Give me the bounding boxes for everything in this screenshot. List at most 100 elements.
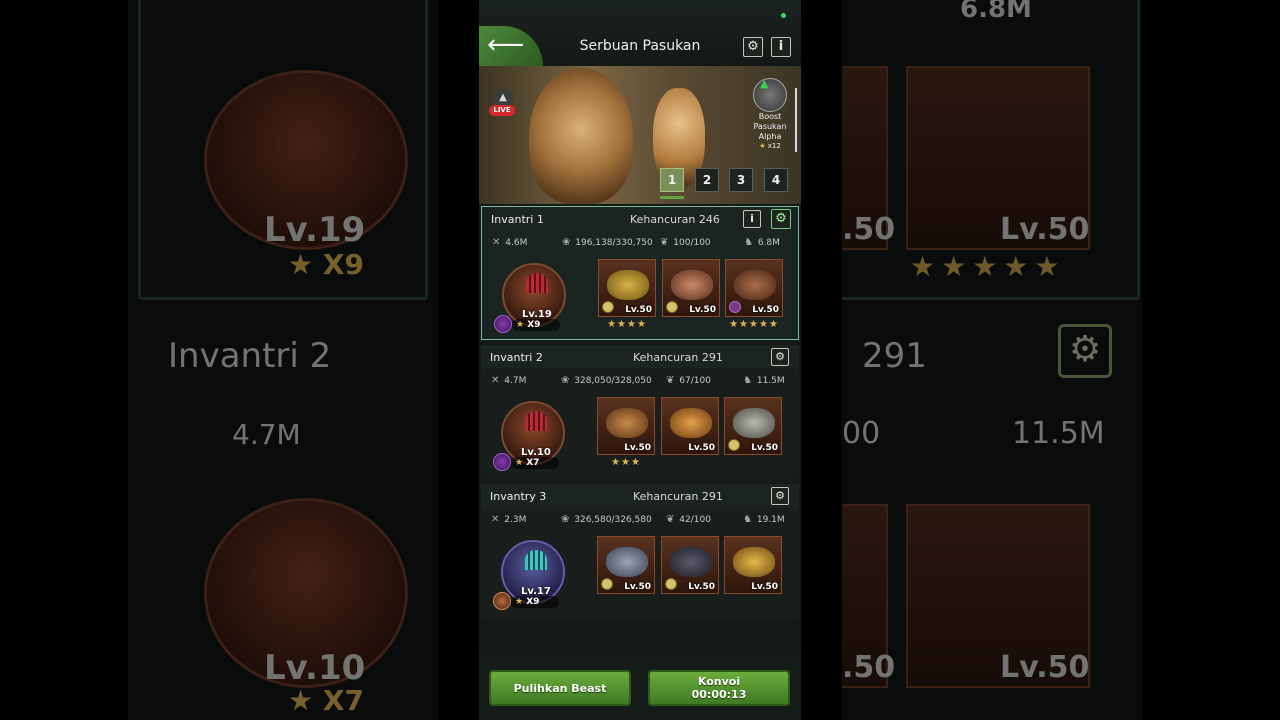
wolf-icon: ♞	[744, 237, 753, 248]
back-arrow-icon[interactable]: ⟵	[487, 32, 524, 60]
hero-portrait[interactable]: Lv.19	[502, 263, 566, 327]
leaf-icon: ❦	[660, 237, 669, 248]
swords-icon: ✕	[491, 514, 500, 525]
attack-stat: ✕ 4.7M	[491, 375, 526, 386]
live-indicator[interactable]: ▲ LIVE	[489, 88, 517, 118]
platypus-image	[671, 270, 713, 300]
beast-stars: ★★★★	[607, 319, 647, 330]
page-tab-4[interactable]: 4	[764, 168, 788, 192]
power-value: 19.1M	[756, 515, 785, 525]
squad-gear-icon[interactable]: ⚙	[771, 209, 791, 229]
squad-stats: ✕ 4.6M ❀ 196,138/330,750 ❦ 100/100 ♞ 6.8…	[482, 237, 798, 253]
hp-stat: ❀ 328,050/328,050	[561, 375, 652, 386]
paw-icon: ❀	[561, 514, 570, 525]
hp-value: 326,580/326,580	[574, 515, 652, 525]
status-dot	[781, 13, 786, 18]
hero-portrait[interactable]: Lv.17	[501, 540, 565, 604]
hero-multiplier: ★ X9	[512, 319, 560, 331]
leopard-image	[733, 547, 775, 577]
squad-gear-icon[interactable]: ⚙	[771, 487, 789, 505]
squad-info-button[interactable]: i	[743, 210, 761, 228]
event-banner: ▲ LIVE ▲ Boost Pasukan Alpha ★ x12 1 2 3…	[479, 66, 801, 204]
page-tab-3[interactable]: 3	[729, 168, 753, 192]
beast-level: Lv.50	[751, 582, 778, 592]
hero-skill-badge	[493, 453, 511, 471]
morale-stat: ❦ 67/100	[666, 375, 711, 386]
beast-emblem-icon	[602, 301, 614, 313]
backdrop-left-squad-name: Invantri 2	[168, 336, 332, 376]
backdrop-right-level-1: Lv.50	[1000, 212, 1090, 247]
star-icon: ★	[515, 597, 524, 607]
star-icon: ★	[759, 142, 766, 150]
morale-stat: ❦ 100/100	[660, 237, 711, 248]
convoy-label: Konvoi	[697, 675, 741, 688]
star-icon: ★	[516, 320, 525, 330]
convoy-timer: 00:00:13	[691, 688, 747, 701]
power-stat: ♞ 19.1M	[743, 514, 785, 525]
attack-value: 4.6M	[505, 238, 528, 248]
beast-emblem-icon	[729, 301, 741, 313]
hero-portrait[interactable]: Lv.10	[501, 401, 565, 465]
squad-header: Invantry 3 Kehancuran 291 ⚙	[481, 484, 799, 508]
backdrop-right-destr: 291	[862, 336, 927, 376]
squad-destruction: Kehancuran 246	[630, 213, 720, 226]
leaf-icon: ❦	[666, 375, 675, 386]
squad-card-3[interactable]: Invantry 3 Kehancuran 291 ⚙ ✕ 2.3M ❀ 326…	[481, 484, 799, 618]
squad-attack-panel: ⟵ Serbuan Pasukan ⚙ i ▲ LIVE ▲ Boost Pas…	[479, 0, 801, 720]
beast-level: Lv.50	[625, 305, 652, 315]
settings-gear-icon[interactable]: ⚙	[743, 37, 763, 57]
hp-stat: ❀ 326,580/326,580	[561, 514, 652, 525]
squad-card-1[interactable]: Invantri 1 Kehancuran 246 i ⚙ ✕ 4.6M ❀ 1…	[481, 206, 799, 340]
backdrop-left-mult-2-text: X7	[322, 684, 364, 717]
beast-stars: ★★★★★	[729, 319, 779, 330]
boost-multiplier-text: x12	[767, 142, 781, 150]
hero-multiplier-text: X9	[526, 597, 540, 607]
boost-line1: Boost	[758, 112, 782, 121]
scrollbar[interactable]	[795, 88, 797, 152]
morale-value: 100/100	[673, 238, 711, 248]
moose-image	[606, 408, 648, 438]
page-tab-1[interactable]: 1	[660, 168, 684, 192]
squad-name: Invantri 2	[490, 351, 543, 364]
backdrop-left: Lv.19 ★ X9 Invantri 2 4.7M Lv.10 ★ X7	[128, 0, 438, 720]
beast-level: Lv.50	[688, 582, 715, 592]
beast-level: Lv.50	[751, 443, 778, 453]
squad-destruction: Kehancuran 291	[633, 351, 723, 364]
beast-slot-1[interactable]: Lv.50	[597, 536, 655, 594]
backdrop-left-level-1: Lv.19	[264, 210, 366, 250]
beast-slot-2[interactable]: Lv.50	[661, 397, 719, 455]
beast-slot-2[interactable]: Lv.50	[661, 536, 719, 594]
convoy-button[interactable]: Konvoi 00:00:13	[648, 670, 790, 706]
squad-gear-icon[interactable]: ⚙	[771, 348, 789, 366]
backdrop-right-morale: 00	[842, 416, 881, 451]
squad-card-2[interactable]: Invantri 2 Kehancuran 291 ⚙ ✕ 4.7M ❀ 328…	[481, 345, 799, 479]
boost-icon: ▲	[753, 77, 787, 112]
hero-multiplier: ★ X7	[511, 457, 559, 469]
paw-icon: ❀	[561, 375, 570, 386]
backdrop-right-stars: ★★★★★	[910, 250, 1066, 283]
page-tab-2[interactable]: 2	[695, 168, 719, 192]
dino-spikes	[526, 273, 548, 293]
beast-emblem-icon	[728, 439, 740, 451]
beast-slot-3[interactable]: Lv.50	[725, 259, 783, 317]
beast-slot-3[interactable]: Lv.50	[724, 397, 782, 455]
hero-multiplier: ★ X9	[511, 596, 559, 608]
boost-alpha[interactable]: ▲ Boost Pasukan Alpha ★ x12	[745, 77, 795, 150]
restore-beast-button[interactable]: Pulihkan Beast	[489, 670, 631, 706]
beast-slot-1[interactable]: Lv.50	[598, 259, 656, 317]
beast-slot-2[interactable]: Lv.50	[662, 259, 720, 317]
top-bar: ⟵ Serbuan Pasukan ⚙ i	[479, 0, 801, 66]
hero-skill-badge	[494, 315, 512, 333]
info-button[interactable]: i	[771, 37, 791, 57]
beast-stars: ★★★	[611, 457, 641, 468]
footer-bar: Pulihkan Beast Konvoi 00:00:13	[479, 650, 801, 720]
lion-image	[529, 68, 633, 204]
beast-emblem-icon	[601, 578, 613, 590]
beast-slot-3[interactable]: Lv.50	[724, 536, 782, 594]
swords-icon: ✕	[492, 237, 501, 248]
beast-level: Lv.50	[624, 443, 651, 453]
hp-value: 328,050/328,050	[574, 376, 652, 386]
beast-slot-1[interactable]: Lv.50	[597, 397, 655, 455]
attack-value: 2.3M	[504, 515, 527, 525]
hero-multiplier-text: X9	[527, 320, 541, 330]
